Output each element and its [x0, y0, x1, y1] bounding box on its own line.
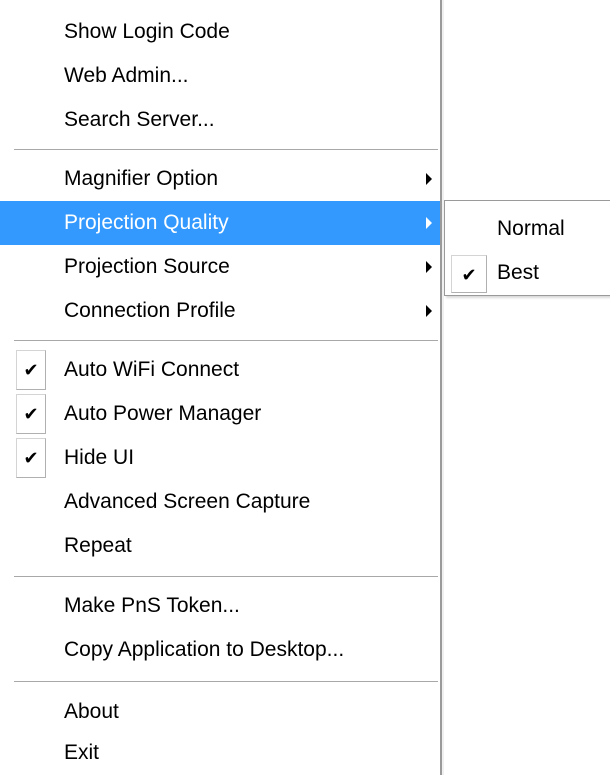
submenu-arrow-icon — [426, 173, 432, 185]
menu-item-projection-source[interactable]: Projection Source — [0, 245, 440, 289]
submenu-item-best[interactable]: ✔ Best — [445, 251, 610, 295]
submenu-item-normal[interactable]: Normal — [445, 207, 610, 251]
menu-separator — [14, 149, 438, 151]
menu-item-label: Repeat — [64, 534, 132, 557]
menu-item-label: Search Server... — [64, 108, 215, 131]
menu-item-label: Show Login Code — [64, 20, 230, 43]
menu-item-label: Make PnS Token... — [64, 594, 240, 617]
menu-item-advanced-screen-capture[interactable]: Advanced Screen Capture — [0, 480, 440, 524]
menu-separator — [14, 576, 438, 578]
check-icon: ✔ — [16, 394, 46, 434]
menu-item-label: Exit — [64, 741, 100, 764]
menu-item-label: Hide UI — [64, 446, 135, 469]
menu-item-copy-application-to-desktop[interactable]: Copy Application to Desktop... — [0, 628, 440, 672]
menu-item-label: Auto Power Manager — [64, 402, 262, 425]
menu-item-label: Connection Profile — [64, 299, 236, 322]
menu-item-label: Projection Source — [64, 255, 230, 278]
menu-item-auto-power-manager[interactable]: ✔ Auto Power Manager — [0, 392, 440, 436]
menu-item-connection-profile[interactable]: Connection Profile — [0, 289, 440, 333]
submenu-item-label: Best — [497, 261, 540, 284]
menu-item-label: Copy Application to Desktop... — [64, 638, 345, 661]
menu-item-hide-ui[interactable]: ✔ Hide UI — [0, 436, 440, 480]
menu-item-label: Projection Quality — [64, 211, 229, 234]
submenu-arrow-icon — [426, 261, 432, 273]
menu-item-projection-quality[interactable]: Projection Quality — [0, 201, 440, 245]
check-icon: ✔ — [16, 350, 46, 390]
menu-separator — [14, 681, 438, 683]
menu-border-highlight — [442, 0, 444, 775]
menu-item-auto-wifi-connect[interactable]: ✔ Auto WiFi Connect — [0, 348, 440, 392]
menu-item-search-server[interactable]: Search Server... — [0, 98, 440, 142]
submenu-arrow-icon — [426, 305, 432, 317]
menu-item-repeat[interactable]: Repeat — [0, 524, 440, 568]
menu-separator — [14, 340, 438, 342]
menu-item-label: Web Admin... — [64, 64, 189, 87]
check-icon: ✔ — [16, 438, 46, 478]
menu-item-show-login-code[interactable]: Show Login Code — [0, 10, 440, 54]
menu-item-magnifier-option[interactable]: Magnifier Option — [0, 157, 440, 201]
menu-item-label: Magnifier Option — [64, 167, 219, 190]
menu-item-make-pns-token[interactable]: Make PnS Token... — [0, 584, 440, 628]
projection-quality-submenu: Normal ✔ Best — [444, 200, 610, 296]
submenu-arrow-icon — [426, 217, 432, 229]
check-icon: ✔ — [451, 255, 487, 293]
menu-item-exit[interactable]: Exit — [0, 731, 440, 775]
menu-item-about[interactable]: About — [0, 690, 440, 734]
menu-item-label: Advanced Screen Capture — [64, 490, 311, 513]
context-menu: Show Login Code Web Admin... Search Serv… — [0, 0, 444, 775]
menu-item-label: About — [64, 700, 119, 723]
menu-item-web-admin[interactable]: Web Admin... — [0, 54, 440, 98]
menu-item-label: Auto WiFi Connect — [64, 358, 240, 381]
submenu-item-label: Normal — [497, 217, 565, 240]
